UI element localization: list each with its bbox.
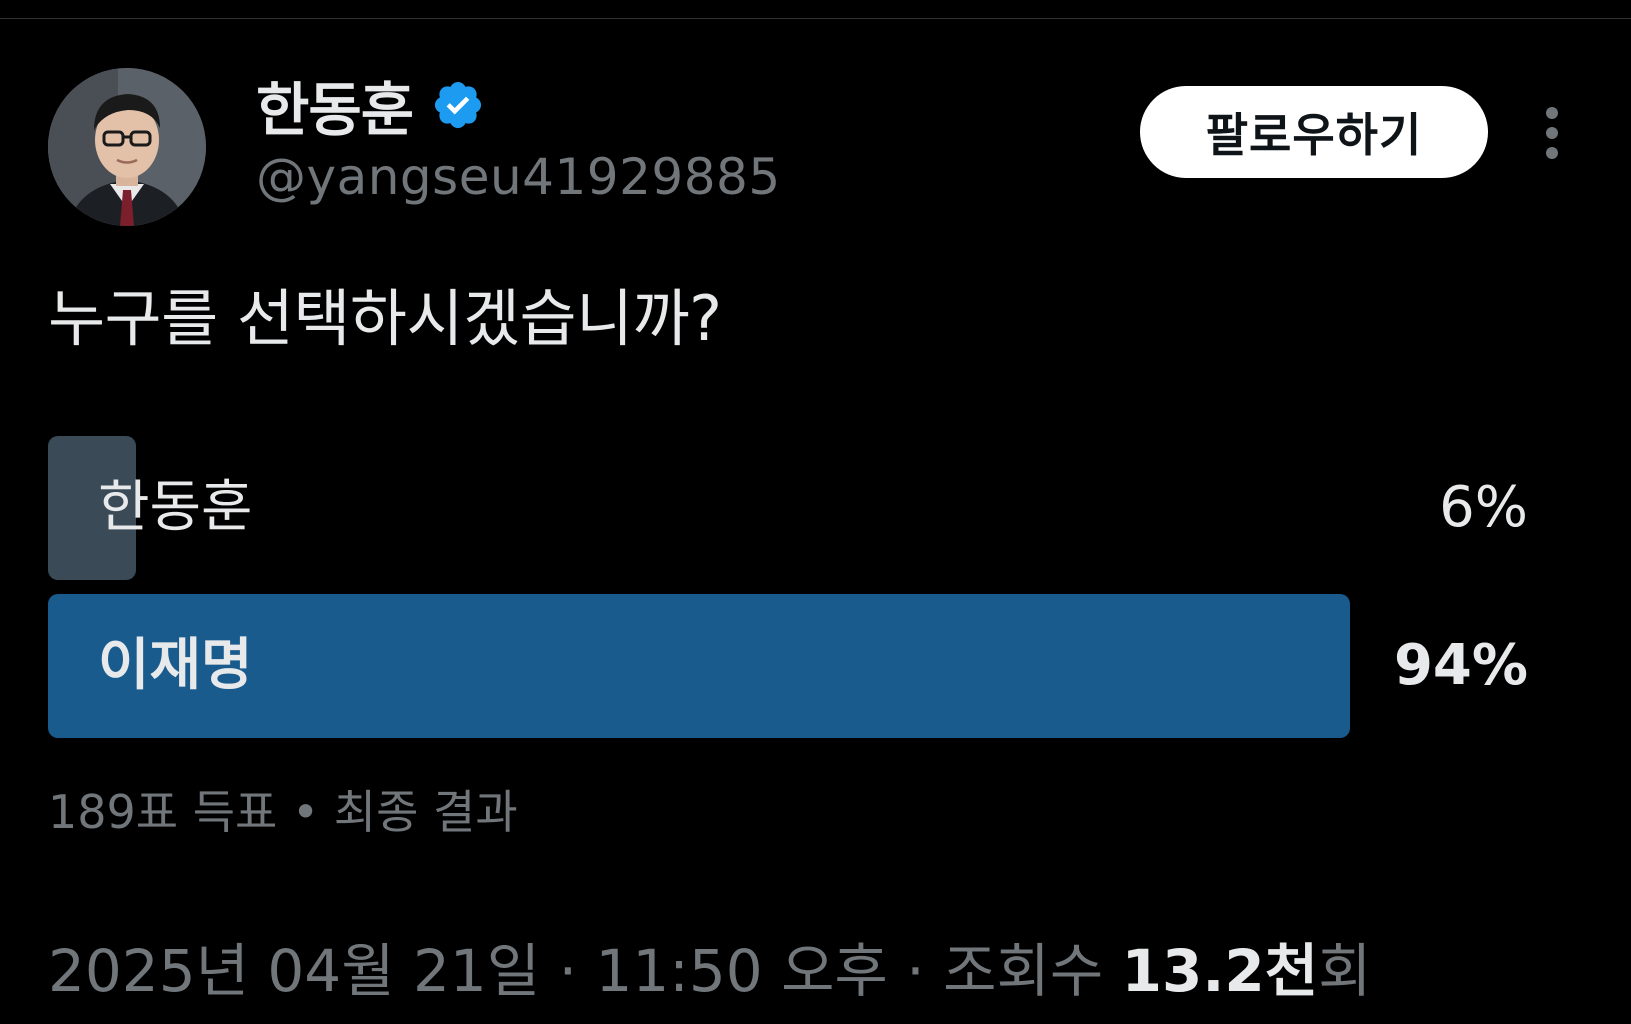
- poll-option-percent: 6%: [1439, 475, 1528, 540]
- separator: ·: [887, 937, 944, 1005]
- author-name-row: 한동훈: [256, 70, 485, 144]
- tweet-date[interactable]: 2025년 04월 21일: [48, 937, 540, 1005]
- avatar-portrait-icon: [48, 68, 206, 226]
- poll-option-label: 이재명: [98, 633, 253, 698]
- verified-badge-icon: [431, 78, 485, 132]
- views-suffix: 회: [1318, 937, 1372, 1005]
- tweet-post: 한동훈 @yangseu41929885 팔로우하기 누구를 선택하시겠습니까?…: [0, 0, 1631, 1024]
- tweet-text: 누구를 선택하시겠습니까?: [48, 282, 722, 355]
- separator: ·: [540, 937, 596, 1005]
- views-label: 조회수: [943, 937, 1122, 1005]
- more-vertical-icon[interactable]: [1538, 104, 1566, 162]
- poll-option: 이재명 94%: [48, 594, 1528, 738]
- avatar[interactable]: [48, 68, 206, 226]
- poll-meta: 189표 득표 • 최종 결과: [48, 785, 518, 839]
- tweet-timestamp-row: 2025년 04월 21일 · 11:50 오후 · 조회수 13.2천회: [48, 924, 1371, 1008]
- author-display-name[interactable]: 한동훈: [256, 63, 414, 147]
- poll-option-label: 한동훈: [98, 475, 253, 540]
- poll-option: 한동훈 6%: [48, 436, 1528, 580]
- follow-button[interactable]: 팔로우하기: [1140, 86, 1488, 178]
- views-count: 13.2천: [1121, 937, 1319, 1005]
- poll: 한동훈 6% 이재명 94%: [48, 436, 1528, 752]
- tweet-time[interactable]: 11:50 오후: [595, 937, 887, 1005]
- author-handle[interactable]: @yangseu41929885: [256, 148, 781, 206]
- poll-option-percent: 94%: [1393, 633, 1528, 698]
